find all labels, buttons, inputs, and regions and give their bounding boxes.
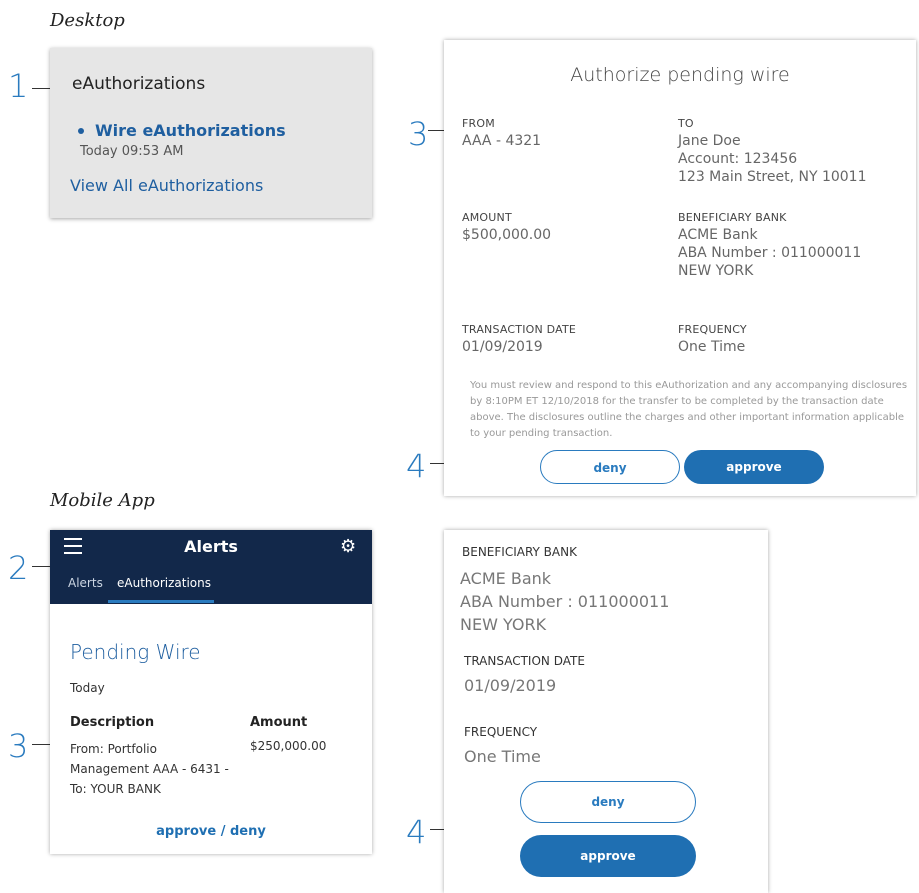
bank-name: ACME Bank: [460, 569, 552, 588]
active-tab-indicator: [108, 600, 214, 603]
widget-heading: eAuthorizations: [72, 74, 206, 94]
bullet-icon: [78, 128, 84, 134]
wire-eauthorizations-link[interactable]: Wire eAuthorizations: [95, 121, 286, 140]
transaction-date-label: TRANSACTION DATE: [464, 654, 585, 668]
callout-2: 2: [8, 549, 29, 587]
deny-button[interactable]: deny: [520, 781, 696, 823]
callout-4-desktop: 4: [406, 447, 427, 485]
bank-city: NEW YORK: [678, 263, 754, 279]
tab-alerts[interactable]: Alerts: [68, 576, 103, 590]
deny-button[interactable]: deny: [540, 450, 680, 484]
card-title: Authorize pending wire: [570, 64, 790, 86]
tab-eauthorizations[interactable]: eAuthorizations: [117, 576, 211, 590]
gear-icon[interactable]: ⚙: [340, 536, 356, 557]
pending-wire-title: Pending Wire: [70, 640, 201, 664]
frequency-label: FREQUENCY: [464, 725, 538, 739]
bank-aba: ABA Number : 011000011: [678, 245, 862, 261]
amount-header: Amount: [250, 715, 308, 730]
frequency-value: One Time: [678, 339, 746, 355]
wire-description: From: Portfolio Management AAA - 6431 - …: [70, 742, 229, 796]
callout-3-desktop: 3: [408, 115, 429, 153]
transaction-date-value: 01/09/2019: [462, 339, 543, 355]
view-all-link[interactable]: View All eAuthorizations: [70, 176, 263, 195]
desktop-section-title: Desktop: [50, 10, 125, 31]
transaction-date-value: 01/09/2019: [464, 676, 557, 695]
wire-amount: $250,000.00: [250, 739, 327, 753]
eauthorizations-widget: eAuthorizations Wire eAuthorizations Tod…: [50, 48, 372, 218]
description-header: Description: [70, 715, 155, 730]
frequency-label: FREQUENCY: [678, 323, 747, 336]
alerts-title: Alerts: [184, 537, 238, 556]
from-value: AAA - 4321: [462, 133, 542, 149]
callout-4-mobile: 4: [406, 813, 427, 851]
to-address: 123 Main Street, NY 10011: [678, 169, 867, 185]
to-label: TO: [678, 117, 694, 130]
bank-name: ACME Bank: [678, 227, 758, 243]
approve-button[interactable]: approve: [520, 835, 696, 877]
frequency-value: One Time: [464, 747, 541, 766]
from-label: FROM: [462, 117, 495, 130]
approve-deny-link[interactable]: approve / deny: [50, 824, 372, 839]
amount-label: AMOUNT: [462, 211, 512, 224]
approve-button[interactable]: approve: [684, 450, 824, 484]
bank-city: NEW YORK: [460, 615, 547, 634]
mobile-section-title: Mobile App: [50, 490, 155, 511]
beneficiary-bank-label: BENEFICIARY BANK: [462, 545, 577, 559]
amount-value: $500,000.00: [462, 227, 552, 243]
bank-aba: ABA Number : 011000011: [460, 592, 670, 611]
authorize-wire-card: Authorize pending wire FROM AAA - 4321 T…: [444, 40, 916, 496]
mobile-wire-detail: BENEFICIARY BANK ACME Bank ABA Number : …: [444, 530, 768, 893]
wire-timestamp: Today 09:53 AM: [80, 144, 184, 159]
disclaimer-text: You must review and respond to this eAut…: [470, 380, 908, 439]
transaction-date-label: TRANSACTION DATE: [462, 323, 577, 336]
to-account: Account: 123456: [678, 151, 798, 167]
callout-3-mobile: 3: [8, 727, 29, 765]
to-name: Jane Doe: [678, 133, 741, 149]
mobile-alerts-screen: Alerts ⚙ Alerts eAuthorizations Pending …: [50, 530, 372, 854]
date-group-label: Today: [70, 681, 105, 695]
beneficiary-bank-label: BENEFICIARY BANK: [678, 211, 787, 224]
callout-1: 1: [8, 67, 29, 105]
